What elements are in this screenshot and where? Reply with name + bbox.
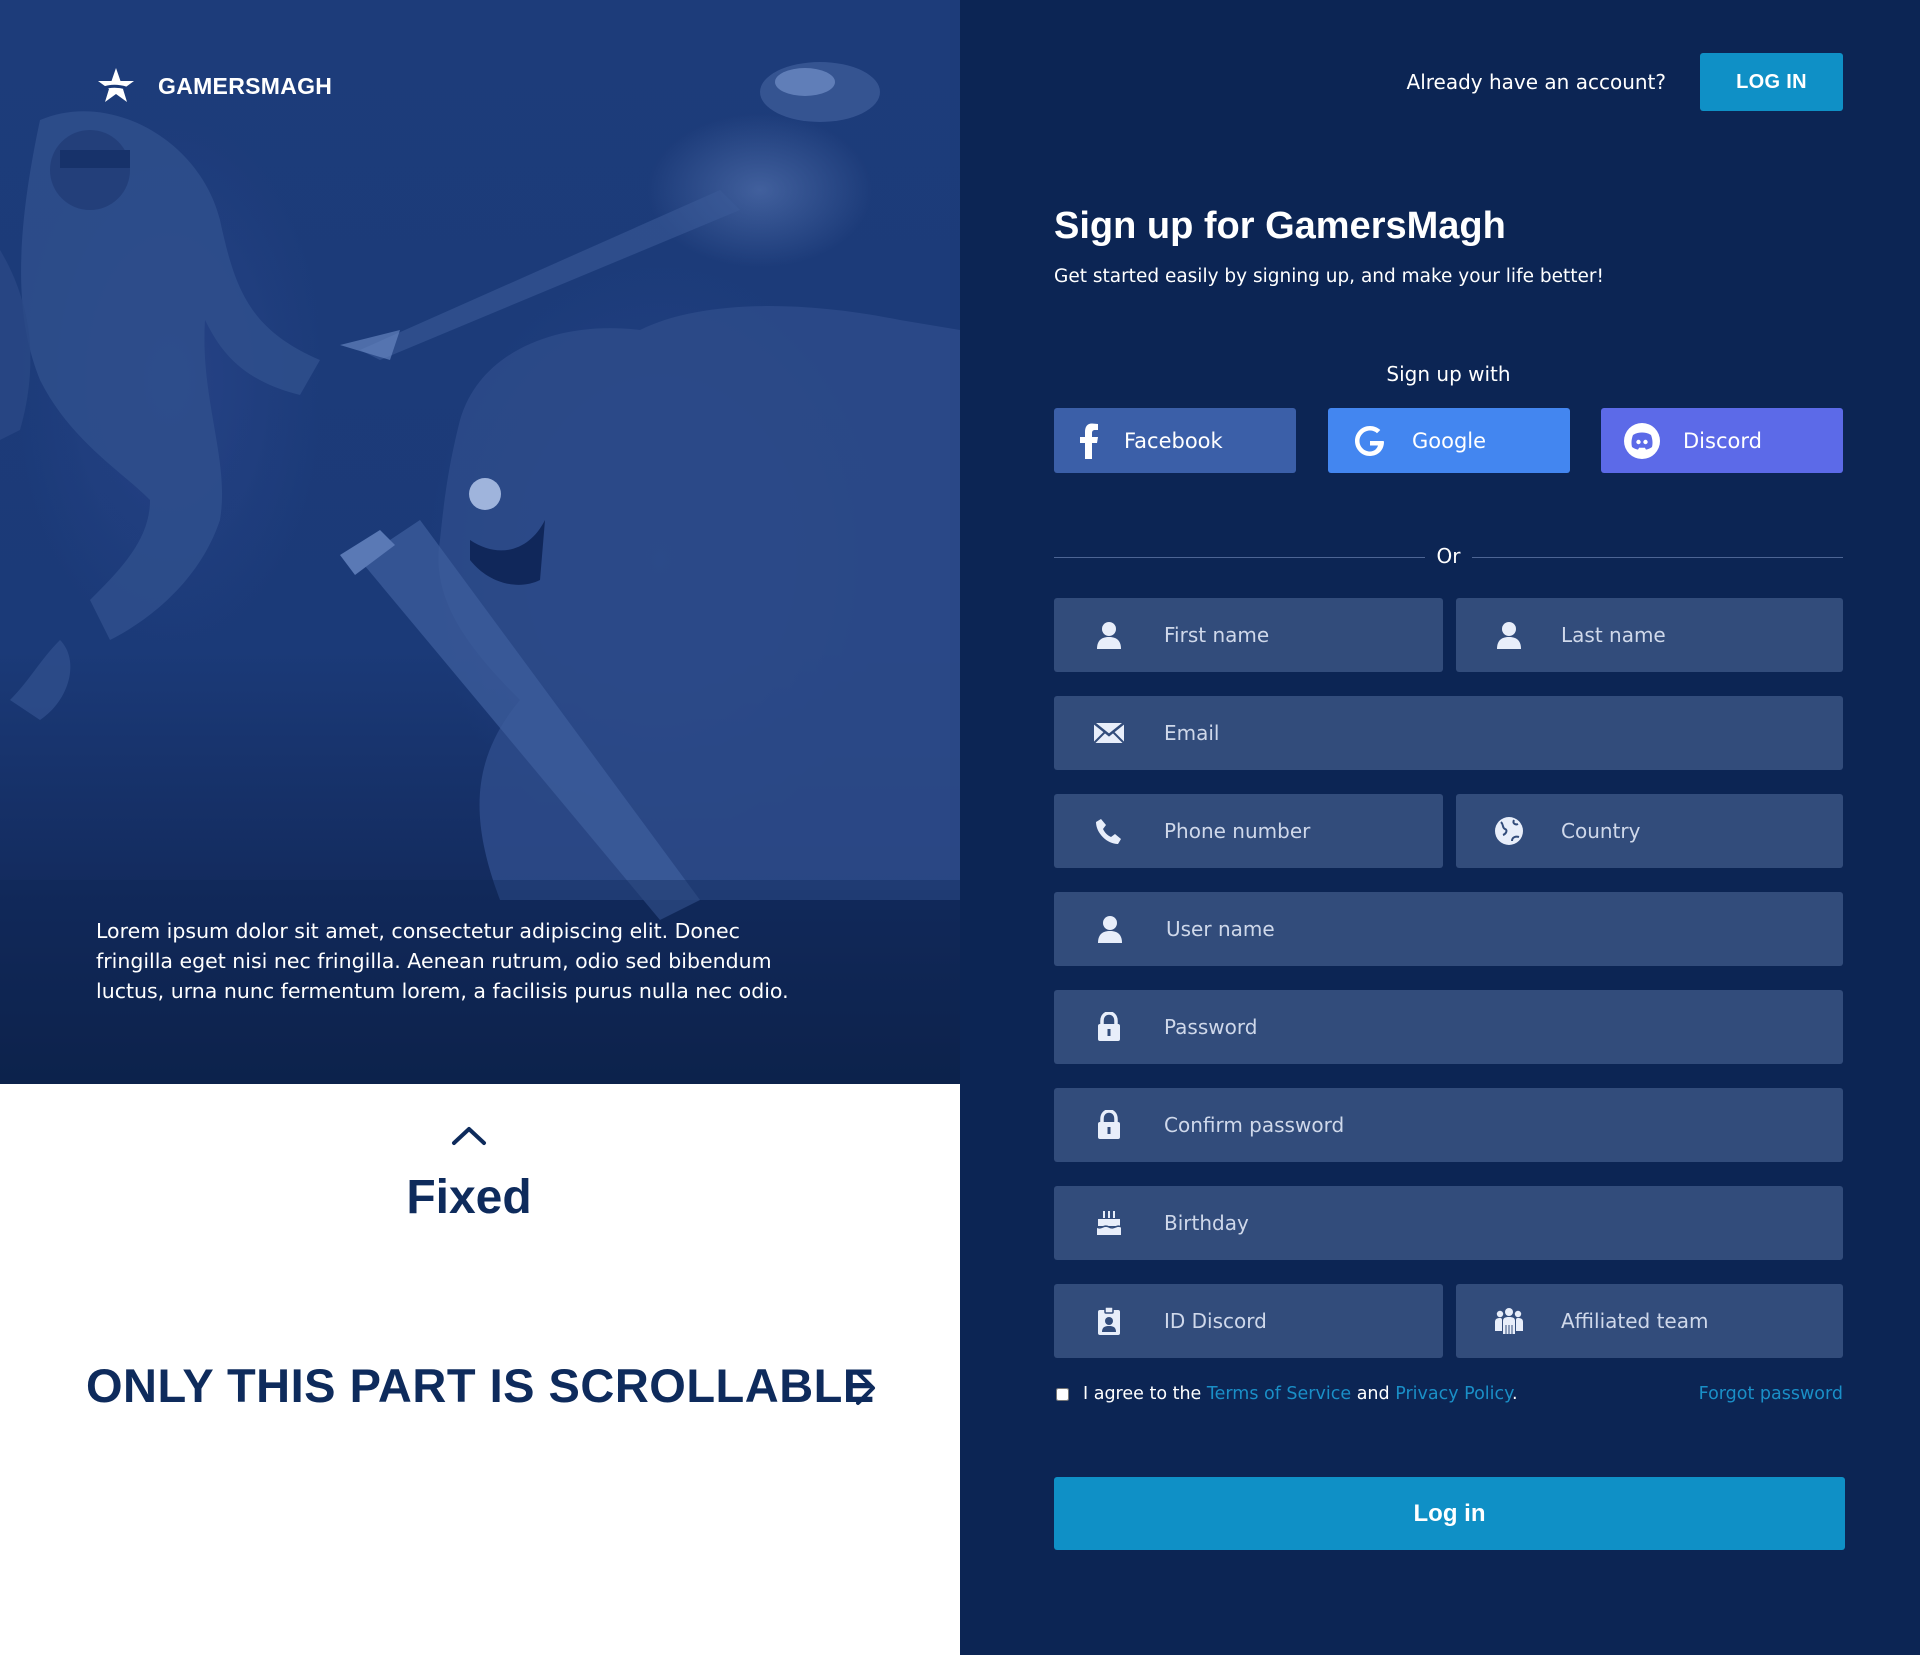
phone-field[interactable] (1054, 794, 1443, 868)
already-have-account-text: Already have an account? (1406, 70, 1666, 94)
terms-of-service-link[interactable]: Terms of Service (1207, 1384, 1351, 1404)
last-name-input[interactable] (1561, 598, 1843, 672)
agree-text: I agree to the Terms of Service and Priv… (1083, 1384, 1518, 1404)
login-top-button[interactable]: LOG IN (1700, 53, 1843, 111)
facebook-signup-button[interactable]: Facebook (1054, 408, 1296, 473)
google-label: Google (1412, 428, 1487, 453)
chevron-right-icon (856, 1371, 875, 1405)
google-icon (1355, 425, 1384, 456)
fixed-label: Fixed (406, 1171, 532, 1224)
last-name-field[interactable] (1456, 598, 1843, 672)
agree-prefix: I agree to the (1083, 1384, 1202, 1404)
agree-and: and (1356, 1384, 1390, 1404)
email-input[interactable] (1164, 696, 1843, 770)
discord-icon (1624, 422, 1660, 459)
password-field[interactable] (1054, 990, 1843, 1064)
country-field[interactable] (1456, 794, 1843, 868)
lock-icon (1098, 1110, 1120, 1139)
phone-input[interactable] (1164, 794, 1443, 868)
hero-description: Lorem ipsum dolor sit amet, consectetur … (96, 919, 789, 1003)
discord-signup-button[interactable]: Discord (1601, 408, 1843, 473)
lock-icon (1098, 1012, 1120, 1041)
discord-label: Discord (1683, 428, 1762, 453)
user-icon (1496, 622, 1521, 649)
confirm-password-input[interactable] (1164, 1088, 1843, 1162)
affiliated-team-input[interactable] (1561, 1284, 1843, 1358)
forgot-password-link[interactable]: Forgot password (1699, 1384, 1843, 1404)
birthday-input[interactable] (1164, 1186, 1843, 1260)
id-badge-icon (1098, 1306, 1120, 1335)
divider-right (1472, 557, 1843, 558)
facebook-label: Facebook (1124, 428, 1223, 453)
scrollable-label: ONLY THIS PART IS SCROLLABLE (86, 1359, 875, 1412)
first-name-input[interactable] (1164, 598, 1443, 672)
or-separator: Or (1436, 544, 1461, 568)
terms-agreement: I agree to the Terms of Service and Priv… (1056, 1384, 1518, 1404)
confirm-password-field[interactable] (1054, 1088, 1843, 1162)
divider-left (1054, 557, 1425, 558)
hero-panel: GAMERSMAGH Lorem ipsum dolor sit amet, c… (0, 0, 960, 1084)
username-input[interactable] (1166, 892, 1843, 966)
chevron-up-icon (452, 1127, 486, 1145)
brand[interactable]: GAMERSMAGH (96, 66, 332, 106)
password-input[interactable] (1164, 990, 1843, 1064)
agree-suffix: . (1512, 1384, 1518, 1404)
form-subtitle: Get started easily by signing up, and ma… (1054, 266, 1604, 287)
privacy-policy-link[interactable]: Privacy Policy (1395, 1384, 1512, 1404)
team-icon (1494, 1308, 1523, 1334)
signup-with-label: Sign up with (1386, 362, 1511, 386)
form-title: Sign up for GamersMagh (1054, 205, 1506, 247)
username-field[interactable] (1054, 892, 1843, 966)
phone-icon (1096, 819, 1121, 844)
user-icon (1097, 622, 1121, 649)
envelope-icon (1093, 722, 1125, 744)
google-signup-button[interactable]: Google (1328, 408, 1570, 473)
affiliated-team-field[interactable] (1456, 1284, 1843, 1358)
id-discord-field[interactable] (1054, 1284, 1443, 1358)
country-input[interactable] (1561, 794, 1843, 868)
agree-checkbox[interactable] (1056, 1387, 1069, 1401)
brand-name: GAMERSMAGH (158, 72, 333, 99)
first-name-field[interactable] (1054, 598, 1443, 672)
user-icon (1098, 916, 1122, 943)
birthday-field[interactable] (1054, 1186, 1843, 1260)
cake-icon (1096, 1211, 1122, 1235)
id-discord-input[interactable] (1164, 1284, 1443, 1358)
globe-icon (1494, 817, 1523, 845)
facebook-icon (1080, 423, 1098, 459)
login-submit-button[interactable]: Log in (1054, 1477, 1845, 1550)
email-field[interactable] (1054, 696, 1843, 770)
star-logo-icon (98, 68, 134, 102)
